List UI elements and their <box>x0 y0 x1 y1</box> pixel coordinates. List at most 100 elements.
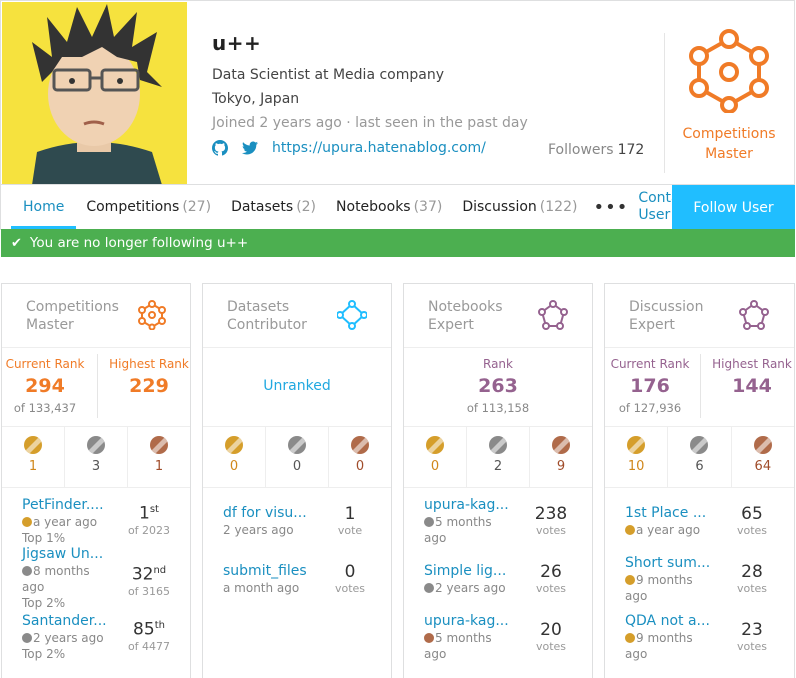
silver-count: 2 <box>493 459 503 474</box>
tab-label: Datasets <box>231 199 294 215</box>
bronze-medal-icon <box>150 436 168 454</box>
rank-value: 263 <box>478 375 518 397</box>
list-item[interactable]: submit_files a month ago 0 votes <box>223 562 388 596</box>
item-votes: 23 votes <box>727 620 777 654</box>
tab-label: Notebooks <box>336 199 411 215</box>
tab-datasets[interactable]: Datasets (2) <box>231 185 336 229</box>
tab-competitions[interactable]: Competitions (27) <box>86 185 231 229</box>
item-time: a year ago <box>636 523 701 537</box>
highest-rank: Highest Rank 144 <box>707 356 796 400</box>
banner-text: You are no longer following u++ <box>29 235 249 251</box>
gold-count: 0 <box>229 459 239 474</box>
twitter-icon[interactable] <box>242 140 258 156</box>
item-time: 2 years ago <box>435 581 506 595</box>
rank-number: 85 <box>133 619 155 640</box>
silver-medal-icon <box>288 436 306 454</box>
medal-counts: 10 6 64 <box>605 426 794 488</box>
bronze-count: 64 <box>754 459 772 474</box>
list-item[interactable]: Simple lig... 2 years ago 26 votes <box>424 562 589 596</box>
votes-label: votes <box>736 640 768 653</box>
card-title: Competitions Master <box>26 299 119 333</box>
datasets-tier-icon <box>336 300 368 330</box>
gold-count: 1 <box>28 459 38 474</box>
rank-area: Current Rank 176 of 127,936 Highest Rank… <box>605 348 794 426</box>
list-item[interactable]: Short sum... 9 months ago 28 votes <box>625 554 790 604</box>
rank-label: Rank <box>483 357 513 371</box>
datasets-card[interactable]: Datasets Contributor Unranked 0 0 0 df f… <box>202 283 392 678</box>
gold-medal-icon <box>225 436 243 454</box>
gold-medal-icon <box>24 436 42 454</box>
votes-label: vote <box>337 524 363 537</box>
votes-label: votes <box>535 524 567 537</box>
rank-of: of 3165 <box>127 584 171 598</box>
tab-discussion[interactable]: Discussion (122) <box>462 185 593 229</box>
rank-area: Unranked <box>203 348 391 426</box>
avatar[interactable] <box>2 2 187 185</box>
highest-rank: Highest Rank 229 <box>104 356 194 400</box>
github-icon[interactable] <box>212 140 228 156</box>
silver-count: 3 <box>91 459 101 474</box>
list-item[interactable]: upura-kag... 5 months ago 238 votes <box>424 496 589 546</box>
tab-count: (27) <box>182 199 212 215</box>
followers[interactable]: Followers 172 <box>548 142 644 158</box>
tab-notebooks[interactable]: Notebooks (37) <box>336 185 462 229</box>
item-top-percent: Top 1% <box>22 531 66 545</box>
tab-label: Competitions <box>86 199 180 215</box>
rank-of: of 2023 <box>127 523 171 537</box>
item-votes: 20 votes <box>526 620 576 654</box>
bronze-count: 0 <box>355 459 365 474</box>
votes-count: 20 <box>540 620 562 640</box>
list-item[interactable]: Jigsaw Un... 8 months ago Top 2% 32nd of … <box>22 545 187 611</box>
item-rank: 85th of 4477 <box>124 616 174 654</box>
more-icon[interactable]: ••• <box>593 185 638 229</box>
discussion-card[interactable]: Discussion Expert Current Rank 176 of 12… <box>604 283 795 678</box>
silver-medal-icon <box>489 436 507 454</box>
unfollow-banner: ✔ You are no longer following u++ <box>1 229 795 257</box>
tab-label: Discussion <box>462 199 537 215</box>
tab-count: (122) <box>539 199 578 215</box>
current-rank: Rank 263 of 113,158 <box>404 356 592 416</box>
social-links: https://upura.hatenablog.com/ <box>212 140 486 156</box>
rank-of: of 133,437 <box>13 401 77 415</box>
rank-number: 32 <box>131 564 154 585</box>
list-item[interactable]: df for visu... 2 years ago 1 vote <box>223 504 388 538</box>
rank-value: 294 <box>25 375 65 397</box>
list-item[interactable]: QDA not a... 9 months ago 23 votes <box>625 612 790 662</box>
blog-link[interactable]: https://upura.hatenablog.com/ <box>272 140 486 156</box>
list-item[interactable]: Santander... 2 years ago Top 2% 85th of 4… <box>22 612 187 662</box>
tab-count: (2) <box>296 199 317 215</box>
bio: Data Scientist at Media company <box>212 67 444 83</box>
item-votes: 65 votes <box>727 504 777 538</box>
medal-counts: 0 0 0 <box>203 426 391 488</box>
competitions-card[interactable]: Competitions Master Current Rank 294 of … <box>1 283 191 678</box>
bronze-count: 1 <box>154 459 164 474</box>
list-item[interactable]: PetFinder.... a year ago Top 1% 1st of 20… <box>22 496 187 546</box>
current-rank: Current Rank 176 of 127,936 <box>605 356 695 416</box>
bronze-count: 9 <box>556 459 566 474</box>
list-item[interactable]: upura-kag... 5 months ago 20 votes <box>424 612 589 662</box>
list-item[interactable]: 1st Place ... a year ago 65 votes <box>625 504 790 538</box>
item-time: a year ago <box>33 515 98 529</box>
tab-home[interactable]: Home <box>1 185 86 229</box>
rank-of: of 113,158 <box>466 401 530 415</box>
item-time: a month ago <box>223 581 300 595</box>
profile-nav: Home Competitions (27) Datasets (2) Notebo… <box>1 184 795 230</box>
item-votes: 238 votes <box>526 504 576 538</box>
check-icon: ✔ <box>11 235 22 251</box>
gold-count: 0 <box>430 459 440 474</box>
rank-suffix: nd <box>153 565 167 576</box>
location: Tokyo, Japan <box>212 91 300 107</box>
gold-medal-icon <box>22 517 32 527</box>
rank-value: Unranked <box>263 378 331 394</box>
card-title: Discussion Expert <box>629 299 704 333</box>
item-time: 5 months ago <box>424 631 492 661</box>
item-votes: 26 votes <box>526 562 576 596</box>
follow-user-button[interactable]: Follow User <box>672 185 795 230</box>
card-title: Datasets Contributor <box>227 299 307 333</box>
tier-label: Competitions Master <box>682 126 776 162</box>
profile-header: u++ Data Scientist at Media company Toky… <box>0 0 796 230</box>
votes-count: 1 <box>344 504 356 524</box>
rank-label: Highest Rank <box>712 357 792 371</box>
notebooks-card[interactable]: Notebooks Expert Rank 263 of 113,158 0 2… <box>403 283 593 678</box>
rank-value: 144 <box>732 375 772 397</box>
